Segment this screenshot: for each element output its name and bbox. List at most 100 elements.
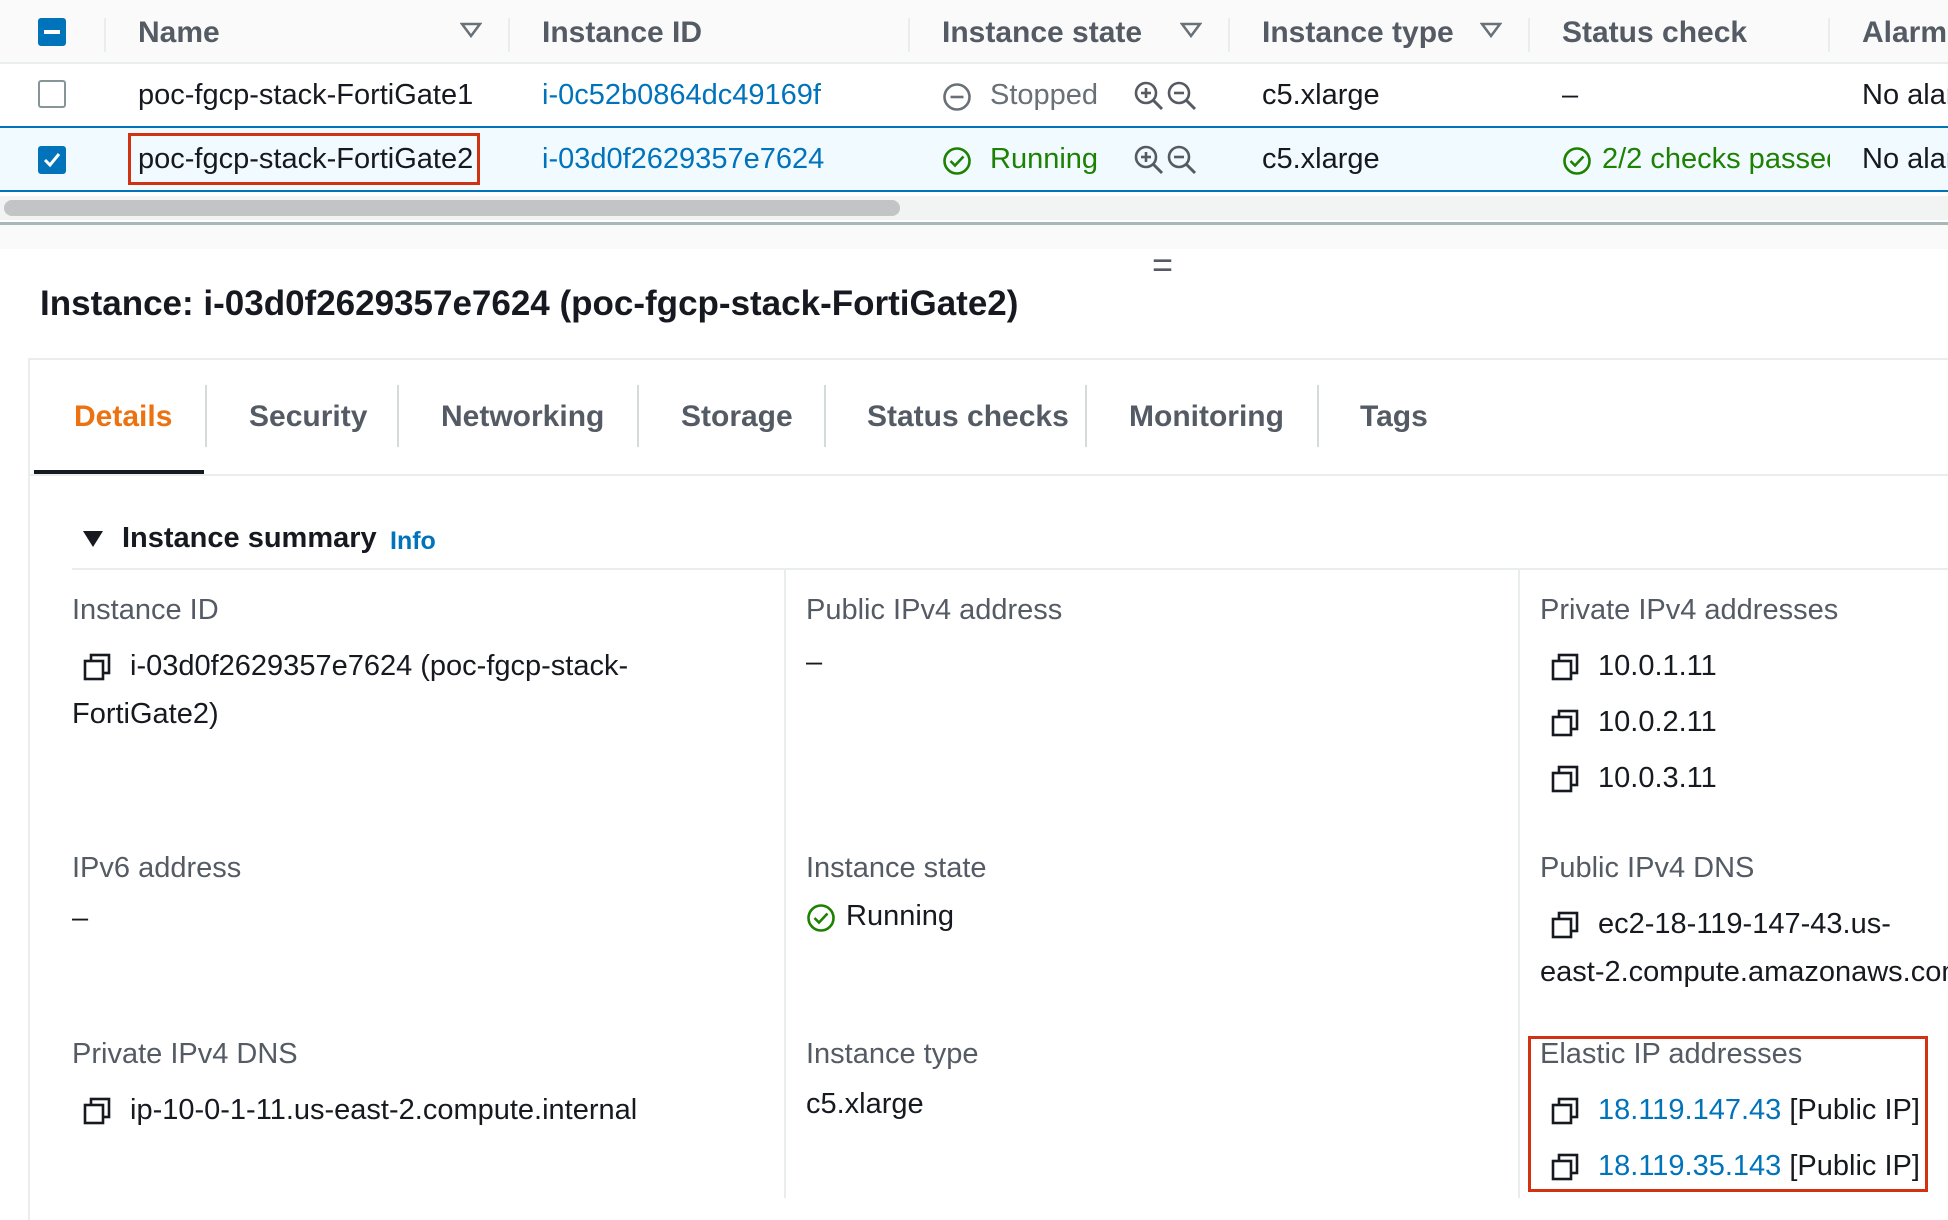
column-divider[interactable] <box>908 18 910 52</box>
column-divider[interactable] <box>1528 18 1530 52</box>
row-border <box>0 190 1948 192</box>
zoom-in-icon[interactable] <box>1133 80 1165 112</box>
detail-title: Instance: i-03d0f2629357e7624 (poc-fgcp-… <box>40 284 1019 323</box>
table-row[interactable]: poc-fgcp-stack-FortiGate1 i-0c52b0864dc4… <box>0 64 1948 126</box>
instance-name: poc-fgcp-stack-FortiGate1 <box>138 79 474 111</box>
field-label: Instance ID <box>72 594 219 626</box>
zoom-out-icon[interactable] <box>1166 80 1198 112</box>
private-ipv4-value: 10.0.1.11 <box>1598 650 1717 682</box>
elastic-ip-entry: 18.119.35.143 [Public IP] <box>1598 1150 1920 1183</box>
status-check-text: 2/2 checks passed <box>1602 143 1830 175</box>
tabs-border <box>30 474 1948 476</box>
tab-storage[interactable]: Storage <box>681 400 793 434</box>
copy-icon[interactable] <box>1550 1152 1580 1182</box>
elastic-ip-suffix: [Public IP] <box>1789 1094 1920 1126</box>
zoom-in-icon[interactable] <box>1133 144 1165 176</box>
column-header-instance-type[interactable]: Instance type <box>1262 16 1454 50</box>
horizontal-scrollbar-thumb[interactable] <box>4 200 900 216</box>
ipv6-value: – <box>72 902 89 934</box>
instance-state-text: Running <box>990 143 1099 175</box>
private-dns-value: ip-10-0-1-11.us-east-2.compute.internal <box>130 1094 638 1126</box>
row-checkbox[interactable] <box>38 80 66 108</box>
stopped-icon <box>943 83 971 111</box>
column-header-name[interactable]: Name <box>138 16 220 50</box>
instance-id-link[interactable]: i-03d0f2629357e7624 <box>542 143 824 176</box>
copy-icon[interactable] <box>1550 764 1580 794</box>
tab-status-checks[interactable]: Status checks <box>867 400 1069 434</box>
column-header-status-check[interactable]: Status check <box>1562 16 1747 50</box>
copy-icon[interactable] <box>1550 652 1580 682</box>
column-header-instance-state[interactable]: Instance state <box>942 16 1142 50</box>
column-separator <box>784 570 786 1198</box>
info-link[interactable]: Info <box>390 527 436 556</box>
field-label: Private IPv4 addresses <box>1540 594 1839 626</box>
split-panel-header <box>0 225 1948 249</box>
running-icon <box>943 147 971 175</box>
tab-details[interactable]: Details <box>74 400 172 434</box>
field-label: Public IPv4 DNS <box>1540 852 1755 884</box>
sort-caret-icon[interactable] <box>460 22 482 38</box>
elastic-ip-entry: 18.119.147.43 [Public IP] <box>1598 1094 1920 1127</box>
copy-icon[interactable] <box>82 1096 112 1126</box>
instance-state-text: Stopped <box>990 79 1099 111</box>
public-dns-value-cont: east-2.compute.amazonaws.com <box>1540 956 1948 988</box>
instances-table: Name Instance ID Instance state Instance… <box>0 0 1948 225</box>
copy-icon[interactable] <box>1550 910 1580 940</box>
column-header-alarm[interactable]: Alarm <box>1862 16 1947 50</box>
table-row[interactable]: poc-fgcp-stack-FortiGate2 i-03d0f2629357… <box>0 128 1948 190</box>
alarm-text: No alar <box>1862 143 1948 175</box>
elastic-ip-link[interactable]: 18.119.147.43 <box>1598 1094 1781 1126</box>
running-icon <box>807 904 835 932</box>
column-divider[interactable] <box>1228 18 1230 52</box>
elastic-ip-link[interactable]: 18.119.35.143 <box>1598 1150 1781 1182</box>
alarm-text: No alar <box>1862 79 1948 111</box>
collapse-caret-icon[interactable] <box>82 530 104 548</box>
tab-separator <box>637 385 639 447</box>
private-ipv4-value: 10.0.2.11 <box>1598 706 1717 738</box>
instance-type-value: c5.xlarge <box>806 1088 924 1120</box>
tab-separator <box>824 385 826 447</box>
public-ipv4-value: – <box>806 646 823 678</box>
instance-name: poc-fgcp-stack-FortiGate2 <box>138 143 474 175</box>
elastic-ip-suffix: [Public IP] <box>1789 1150 1920 1182</box>
section-border <box>72 568 1948 570</box>
tab-separator <box>397 385 399 447</box>
instance-type-text: c5.xlarge <box>1262 143 1380 175</box>
instance-type-text: c5.xlarge <box>1262 79 1380 111</box>
field-label: Private IPv4 DNS <box>72 1038 298 1070</box>
tab-tags[interactable]: Tags <box>1360 400 1428 434</box>
tab-separator <box>1317 385 1319 447</box>
tab-networking[interactable]: Networking <box>441 400 604 434</box>
public-dns-value: ec2-18-119-147-43.us- <box>1598 908 1891 940</box>
tab-separator <box>1085 385 1087 447</box>
zoom-out-icon[interactable] <box>1166 144 1198 176</box>
tab-monitoring[interactable]: Monitoring <box>1129 400 1284 434</box>
sort-caret-icon[interactable] <box>1180 22 1202 38</box>
tab-security[interactable]: Security <box>249 400 367 434</box>
column-divider[interactable] <box>1828 18 1830 52</box>
field-label: Instance state <box>806 852 987 884</box>
resize-handle[interactable]: = <box>1152 244 1173 286</box>
column-divider[interactable] <box>104 18 106 52</box>
column-separator <box>1518 570 1520 1198</box>
instance-id-value-cont: FortiGate2) <box>72 698 219 730</box>
instance-id-value: i-03d0f2629357e7624 (poc-fgcp-stack- <box>130 650 629 682</box>
column-divider[interactable] <box>508 18 510 52</box>
private-ipv4-value: 10.0.3.11 <box>1598 762 1717 794</box>
instance-id-link[interactable]: i-0c52b0864dc49169f <box>542 79 821 112</box>
field-label: Public IPv4 address <box>806 594 1063 626</box>
field-label: Elastic IP addresses <box>1540 1038 1803 1070</box>
check-passed-icon <box>1563 147 1591 175</box>
row-checkbox[interactable] <box>38 146 66 174</box>
section-title[interactable]: Instance summary <box>122 522 377 555</box>
column-header-instance-id[interactable]: Instance ID <box>542 16 702 50</box>
copy-icon[interactable] <box>1550 708 1580 738</box>
select-all-checkbox[interactable] <box>38 18 66 46</box>
copy-icon[interactable] <box>82 652 112 682</box>
field-label: Instance type <box>806 1038 979 1070</box>
instance-state-value: Running <box>846 900 955 932</box>
status-check-text: – <box>1562 79 1579 111</box>
field-label: IPv6 address <box>72 852 242 884</box>
sort-caret-icon[interactable] <box>1480 22 1502 38</box>
copy-icon[interactable] <box>1550 1096 1580 1126</box>
